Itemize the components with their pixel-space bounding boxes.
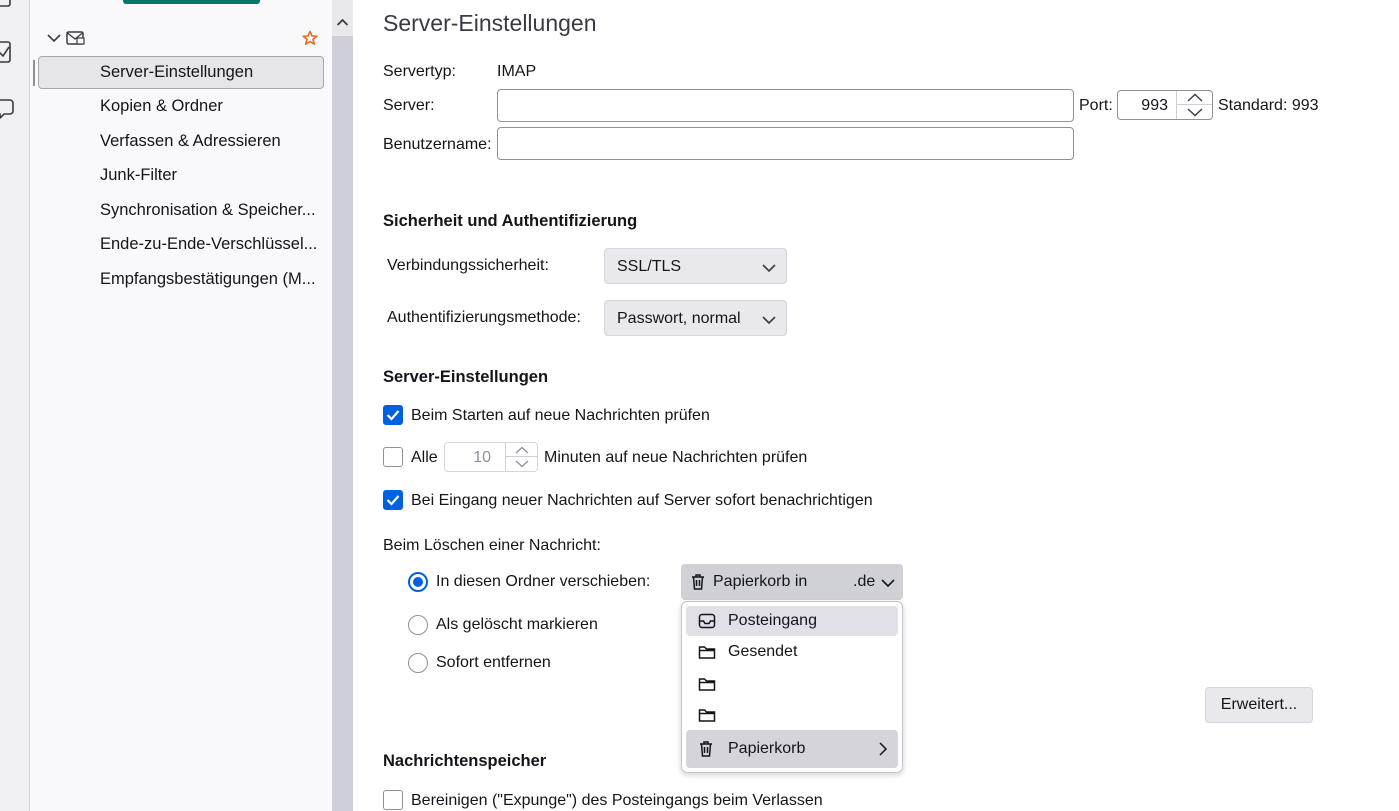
port-stepper[interactable]: 993 <box>1117 90 1213 120</box>
address-book-icon[interactable] <box>0 0 14 13</box>
menu-item-label: Posteingang <box>728 612 817 629</box>
menu-item-trash[interactable]: Papierkorb <box>686 730 898 768</box>
auth-method-value: Passwort, normal <box>617 310 741 327</box>
mark-deleted-label[interactable]: Als gelöscht markieren <box>436 616 598 634</box>
decrement-icon[interactable] <box>1177 105 1212 119</box>
chat-icon[interactable] <box>0 96 14 127</box>
check-every-checkbox[interactable] <box>383 447 403 467</box>
account-actions-button[interactable] <box>123 0 260 4</box>
sidebar-item-e2e-encryption[interactable]: Ende-zu-Ende-Verschlüssel... <box>30 227 326 262</box>
remove-immediately-radio[interactable] <box>408 653 428 673</box>
menu-item-folder[interactable] <box>686 700 898 730</box>
trash-icon <box>690 573 706 596</box>
folder-icon <box>698 644 716 665</box>
connection-security-select[interactable]: SSL/TLS <box>604 248 787 284</box>
scrollbar-thumb[interactable] <box>332 36 353 811</box>
sidebar-item-junk-filter[interactable]: Junk-Filter <box>30 158 326 193</box>
port-label: Port: <box>1079 97 1113 114</box>
account-settings-sidebar: Server-Einstellungen Kopien & Ordner Ver… <box>30 0 332 811</box>
increment-icon[interactable] <box>1177 91 1212 105</box>
mark-deleted-radio[interactable] <box>408 615 428 635</box>
remove-immediately-label[interactable]: Sofort entfernen <box>436 654 551 672</box>
decrement-icon[interactable] <box>506 457 537 471</box>
chevron-right-icon <box>878 742 888 761</box>
account-row[interactable] <box>30 26 332 52</box>
auth-method-label: Authentifizierungsmethode: <box>387 309 581 326</box>
server-field[interactable] <box>497 89 1074 122</box>
folder-icon <box>698 707 716 728</box>
default-account-star-icon <box>302 30 318 51</box>
menu-item-inbox[interactable]: Posteingang <box>686 606 898 636</box>
notify-label[interactable]: Bei Eingang neuer Nachrichten auf Server… <box>411 492 873 510</box>
delete-heading: Beim Löschen einer Nachricht: <box>383 537 601 554</box>
tasks-icon[interactable] <box>0 40 14 69</box>
expunge-checkbox[interactable] <box>383 790 403 810</box>
chevron-down-icon <box>762 312 776 330</box>
sidebar-scrollbar[interactable] <box>332 0 353 811</box>
sidebar-item-copies-folders[interactable]: Kopien & Ordner <box>30 89 326 124</box>
menu-item-label: Gesendet <box>728 643 798 660</box>
move-to-folder-label[interactable]: In diesen Ordner verschieben: <box>436 573 650 591</box>
trash-folder-select[interactable]: Papierkorb in .de <box>681 564 903 600</box>
check-every-minutes-label: Minuten auf neue Nachrichten prüfen <box>544 449 808 466</box>
page-title: Server-Einstellungen <box>383 10 597 36</box>
connection-security-value: SSL/TLS <box>617 258 682 275</box>
check-interval-value: 10 <box>473 449 491 466</box>
check-startup-label[interactable]: Beim Starten auf neue Nachrichten prüfen <box>411 407 710 425</box>
inbox-icon <box>698 613 716 634</box>
expunge-label[interactable]: Bereinigen ("Expunge") des Posteingangs … <box>411 792 823 810</box>
check-interval-stepper[interactable]: 10 <box>444 442 538 472</box>
message-storage-heading: Nachrichtenspeicher <box>383 752 547 770</box>
chevron-down-icon <box>881 575 895 593</box>
settings-nav-list: Server-Einstellungen Kopien & Ordner Ver… <box>30 56 332 297</box>
menu-item-folder[interactable] <box>686 669 898 699</box>
security-heading: Sicherheit und Authentifizierung <box>383 212 638 230</box>
sidebar-item-composition[interactable]: Verfassen & Adressieren <box>30 124 326 159</box>
port-value: 993 <box>1141 97 1168 114</box>
username-field[interactable] <box>497 127 1074 160</box>
folder-popup-menu: Posteingang Gesendet Papierkorb <box>681 601 903 773</box>
move-to-folder-radio[interactable] <box>408 572 428 592</box>
mail-account-icon <box>66 30 86 51</box>
menu-item-sent[interactable]: Gesendet <box>686 637 898 667</box>
menu-item-label: Papierkorb <box>728 740 806 757</box>
server-label: Server: <box>383 97 435 114</box>
notify-checkbox[interactable] <box>383 490 403 510</box>
chevron-down-icon <box>762 260 776 278</box>
connection-security-label: Verbindungssicherheit: <box>387 257 549 274</box>
check-startup-checkbox[interactable] <box>383 405 403 425</box>
username-label: Benutzername: <box>383 136 492 153</box>
server-settings-pane: Server-Einstellungen Servertyp: IMAP Ser… <box>353 0 1399 811</box>
scroll-up-icon[interactable] <box>336 16 349 34</box>
chevron-down-icon[interactable] <box>46 30 62 51</box>
server-type-value: IMAP <box>497 63 537 80</box>
increment-icon[interactable] <box>506 443 537 457</box>
server-type-label: Servertyp: <box>383 63 456 80</box>
check-every-label[interactable]: Alle <box>411 449 438 467</box>
spaces-toolbar <box>0 0 30 811</box>
advanced-button[interactable]: Erweitert... <box>1205 687 1313 723</box>
sidebar-item-server-settings[interactable]: Server-Einstellungen <box>38 56 324 89</box>
port-default-label: Standard: 993 <box>1218 97 1319 114</box>
trash-folder-label: Papierkorb in <box>713 573 808 590</box>
sidebar-item-return-receipts[interactable]: Empfangsbestätigungen (M... <box>30 262 326 297</box>
trash-folder-suffix: .de <box>853 573 876 590</box>
folder-icon <box>698 676 716 697</box>
auth-method-select[interactable]: Passwort, normal <box>604 300 787 336</box>
server-settings-heading: Server-Einstellungen <box>383 368 549 386</box>
sidebar-item-sync-storage[interactable]: Synchronisation & Speicher... <box>30 193 326 228</box>
trash-icon <box>698 740 714 763</box>
